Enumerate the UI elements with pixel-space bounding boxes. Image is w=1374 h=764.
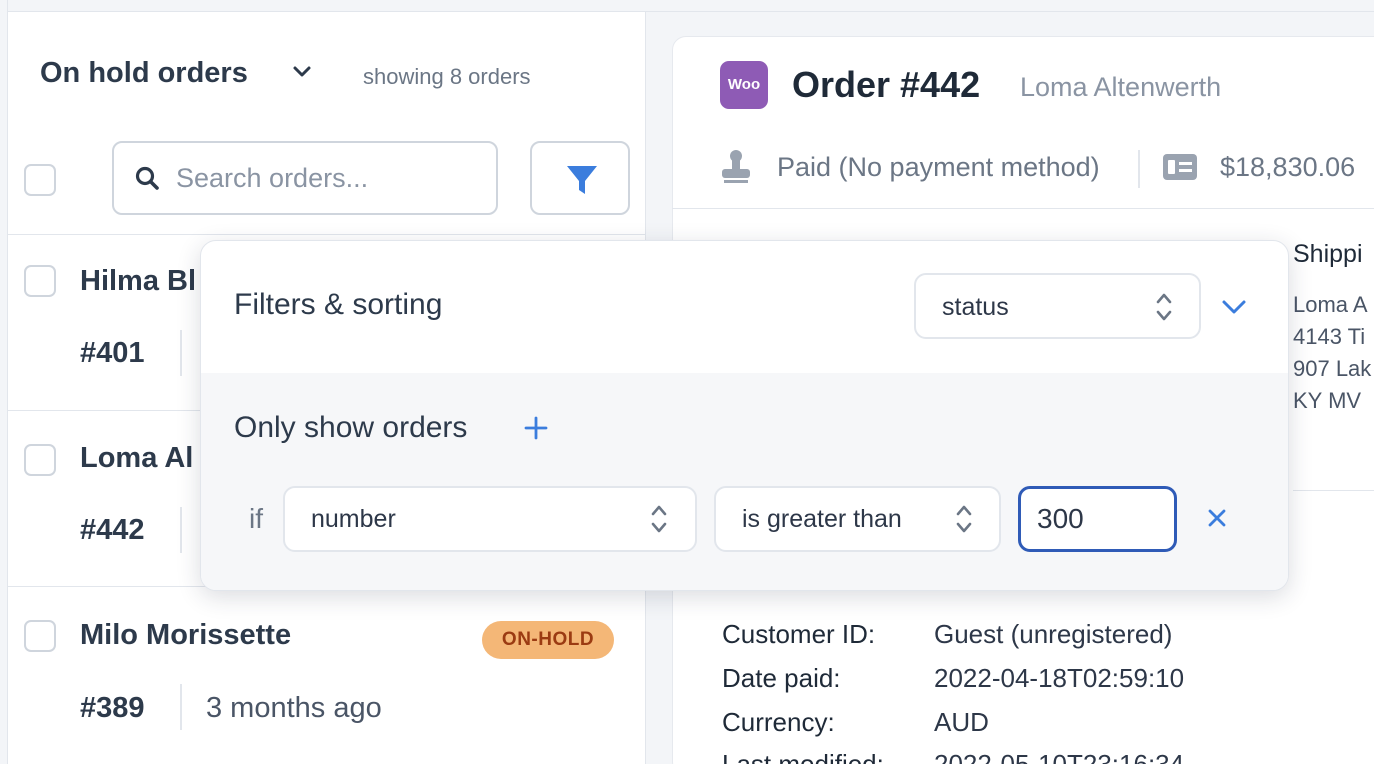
divider — [180, 507, 182, 553]
order-date: 3 months ago — [206, 692, 382, 724]
divider — [672, 208, 1374, 209]
filter-button[interactable] — [530, 141, 630, 215]
condition-value-input[interactable] — [1018, 486, 1177, 552]
order-number: #389 — [80, 692, 145, 724]
filter-conditions-section — [201, 373, 1288, 590]
filters-title: Filters & sorting — [234, 288, 443, 321]
customer-name[interactable]: Milo Morissette — [80, 619, 291, 652]
row-checkbox[interactable] — [24, 620, 56, 652]
woocommerce-logo: Woo — [720, 61, 768, 109]
customer-name[interactable]: Hilma Bl — [80, 265, 196, 298]
customer-name[interactable]: Loma Al — [80, 442, 193, 475]
left-edge-strip — [0, 0, 8, 764]
order-title: Order #442 — [792, 64, 981, 105]
order-customer-name: Loma Altenwerth — [1020, 72, 1222, 102]
stamp-icon — [722, 150, 750, 183]
select-all-checkbox[interactable] — [24, 164, 56, 196]
status-badge: ON-HOLD — [482, 621, 614, 659]
detail-label: Customer ID: — [722, 619, 876, 649]
shipping-address-line: KY MV — [1293, 388, 1362, 413]
order-number: #401 — [80, 337, 145, 369]
add-filter-icon[interactable] — [524, 416, 548, 440]
order-number: #442 — [80, 514, 145, 546]
sort-direction-chevron-icon[interactable] — [1221, 297, 1247, 317]
condition-field-value: number — [311, 505, 396, 533]
filter-funnel-icon — [567, 166, 597, 194]
showing-count: showing 8 orders — [363, 64, 531, 89]
order-total: $18,830.06 — [1220, 152, 1356, 182]
sort-field-select[interactable]: status — [914, 273, 1201, 339]
detail-label: Date paid: — [722, 663, 841, 693]
row-checkbox[interactable] — [24, 265, 56, 297]
chevron-down-icon[interactable] — [290, 60, 314, 84]
select-arrows-icon — [651, 505, 667, 533]
if-label: if — [249, 503, 263, 534]
search-icon — [135, 166, 159, 190]
select-arrows-icon — [1156, 293, 1172, 321]
detail-value: 2022-04-18T02:59:10 — [934, 663, 1185, 693]
row-checkbox[interactable] — [24, 444, 56, 476]
top-bar — [0, 0, 1374, 12]
shipping-address-line: 907 Lak — [1293, 356, 1372, 381]
divider — [180, 330, 182, 376]
detail-value: AUD — [934, 707, 989, 737]
money-icon — [1163, 154, 1197, 180]
condition-operator-select[interactable]: is greater than — [714, 486, 1001, 552]
filters-popover: Filters & sorting status Only show order… — [200, 240, 1289, 591]
detail-label: Currency: — [722, 707, 835, 737]
divider — [8, 234, 646, 235]
order-list-title[interactable]: On hold orders — [40, 57, 248, 90]
detail-value: 2022-05-10T23:16:34 — [934, 749, 1185, 764]
divider — [1138, 150, 1140, 188]
close-icon[interactable] — [1207, 508, 1227, 528]
sort-field-value: status — [942, 293, 1009, 321]
only-show-label: Only show orders — [234, 411, 468, 444]
detail-label: Last modified: — [722, 749, 884, 764]
divider — [1293, 490, 1374, 491]
condition-field-select[interactable]: number — [283, 486, 697, 552]
payment-status: Paid (No payment method) — [777, 152, 1100, 182]
shipping-heading: Shippi — [1293, 240, 1363, 268]
select-arrows-icon — [956, 505, 972, 533]
detail-value: Guest (unregistered) — [934, 619, 1173, 649]
shipping-address-line: Loma A — [1293, 292, 1368, 317]
divider — [180, 684, 182, 730]
search-box[interactable] — [112, 141, 498, 215]
shipping-address-line: 4143 Ti — [1293, 324, 1366, 349]
condition-operator-value: is greater than — [742, 505, 902, 533]
search-input[interactable] — [176, 157, 476, 199]
